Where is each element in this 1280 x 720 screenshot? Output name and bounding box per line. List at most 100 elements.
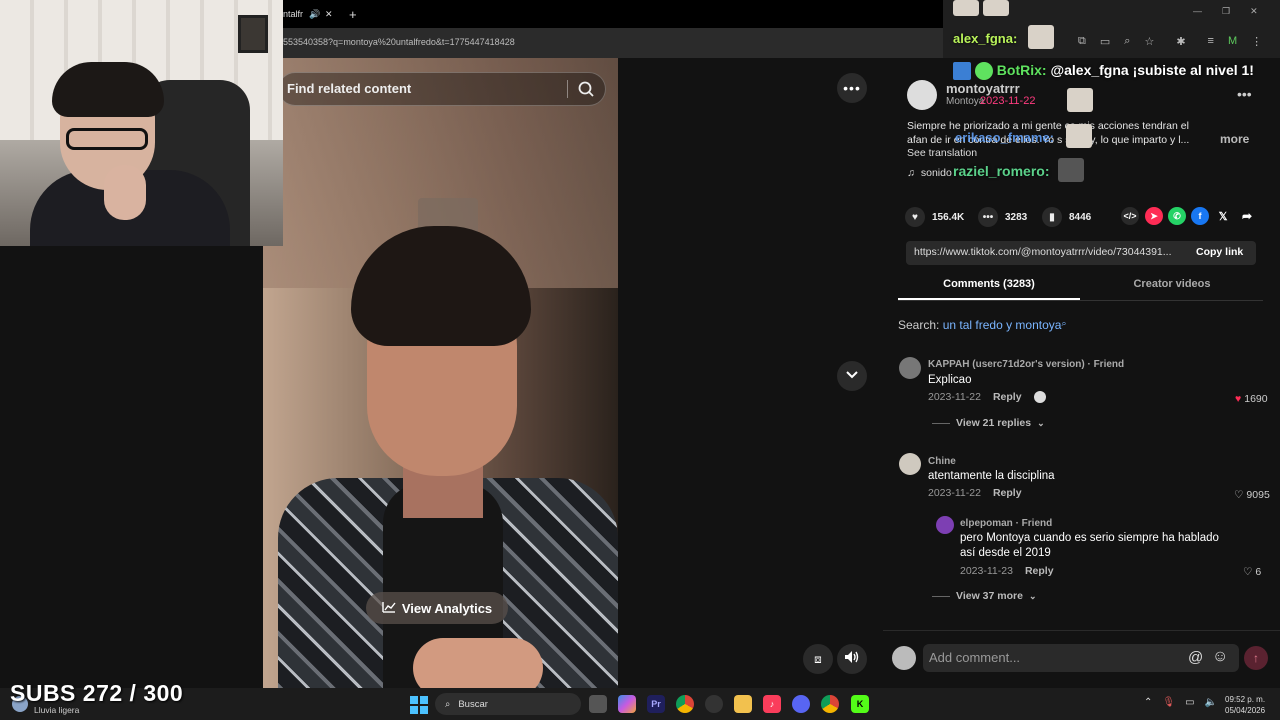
bookmark-star-icon[interactable]: ☆ [1144, 35, 1154, 48]
new-tab-button[interactable]: + [349, 7, 357, 22]
emoji-icon[interactable]: ☺ [1212, 648, 1228, 666]
whatsapp-icon[interactable]: ✆ [1168, 207, 1186, 225]
microphone-icon[interactable]: 🎙 [1162, 697, 1175, 708]
post-more-icon[interactable]: ••• [1237, 86, 1252, 102]
caption-line-1: Siempre he priorizado a mi gente ca mis … [907, 120, 1189, 132]
windows-start-icon[interactable] [410, 696, 428, 714]
zoom-icon[interactable]: ⌕ [1124, 35, 1130, 48]
kick-icon[interactable]: K [851, 695, 869, 713]
webcam-overlay [0, 0, 283, 246]
next-video-button[interactable] [837, 361, 867, 391]
app-icon[interactable] [705, 695, 723, 713]
comment-button[interactable]: ••• 3283 [978, 207, 1027, 227]
browser-tab-bar [283, 0, 943, 28]
chat-date: 2023-11-22 [980, 95, 1036, 107]
reply-button[interactable]: Reply [993, 487, 1022, 499]
floating-player-button[interactable]: ⧈ [803, 644, 833, 674]
view-replies-button[interactable]: View 21 replies ⌄ [932, 417, 1045, 429]
embed-icon[interactable]: </> [1121, 207, 1139, 225]
send-to-friends-icon[interactable]: ➤ [1145, 207, 1163, 225]
copy-link-button[interactable]: Copy link [1196, 246, 1243, 258]
network-icon[interactable]: ▭ [1185, 697, 1194, 708]
close-window-icon[interactable]: ✕ [1250, 6, 1258, 17]
cast-icon[interactable]: ▭ [1100, 35, 1110, 48]
facebook-icon[interactable]: f [1191, 207, 1209, 225]
chrome-icon[interactable] [676, 695, 694, 713]
mention-icon[interactable]: @ [1188, 649, 1203, 666]
search-icon[interactable] [575, 78, 597, 100]
my-avatar[interactable] [892, 646, 916, 670]
comment-meta: 2023-11-23 Reply [960, 565, 1054, 577]
speaker-icon[interactable]: 🔊 [309, 9, 320, 20]
comment-meta: 2023-11-22 Reply [928, 391, 1046, 403]
task-view-icon[interactable] [589, 695, 607, 713]
extensions-icon[interactable]: ✱ [1176, 35, 1185, 48]
commenter-avatar[interactable] [899, 357, 921, 379]
caption-more-link[interactable]: more [1220, 132, 1249, 146]
music-app-icon[interactable]: ♪ [763, 695, 781, 713]
chevron-up-icon[interactable]: ⌃ [1144, 697, 1152, 708]
chevron-down-icon [845, 367, 859, 385]
reply-button[interactable]: Reply [993, 391, 1022, 403]
comment-like-button[interactable]: ♡ 9095 [1234, 489, 1270, 501]
chat-username: BotRix: [996, 62, 1047, 78]
clock[interactable]: 09:52 p. m. 05/04/2026 [1225, 694, 1265, 716]
close-tab-icon[interactable]: ✕ [325, 9, 333, 20]
commenter-avatar[interactable] [936, 516, 954, 534]
file-explorer-icon[interactable] [734, 695, 752, 713]
share-arrow-icon[interactable]: ➦ [1238, 207, 1256, 225]
post-comment-button[interactable]: ↑ [1244, 646, 1268, 670]
chrome-profile-icon[interactable] [821, 695, 839, 713]
premiere-icon[interactable]: Pr [647, 695, 665, 713]
commenter-name[interactable]: Chine [928, 456, 956, 467]
commenter-avatar[interactable] [899, 453, 921, 475]
emote-image [1058, 158, 1084, 182]
volume-icon[interactable]: 🔈 [1205, 697, 1217, 708]
minimize-icon[interactable]: — [1193, 6, 1202, 17]
like-button[interactable]: ♥ 156.4K [905, 207, 964, 227]
search-query: un tal fredo y montoya [942, 318, 1062, 332]
author-avatar[interactable] [907, 80, 937, 110]
reading-list-icon[interactable]: ≡ [1208, 35, 1214, 48]
author-name[interactable]: montoyatrrr [946, 81, 1020, 96]
taskbar-search[interactable]: ⌕ Buscar [435, 693, 581, 715]
volume-button[interactable] [837, 644, 867, 674]
x-icon[interactable]: 𝕏 [1214, 207, 1232, 225]
discord-icon[interactable] [792, 695, 810, 713]
taskbar-search-label: Buscar [458, 698, 488, 710]
tab-comments[interactable]: Comments (3283) [898, 278, 1080, 300]
tool-badge-icon [953, 62, 971, 81]
view-analytics-button[interactable]: View Analytics [366, 592, 508, 624]
more-dots-icon: ••• [843, 80, 861, 96]
menu-kebab-icon[interactable]: ⋮ [1251, 35, 1262, 48]
copilot-icon[interactable] [618, 695, 636, 713]
view-more-replies-button[interactable]: View 37 more ⌄ [932, 590, 1036, 602]
system-tray: ⌃ 🎙 ▭ 🔈 [1144, 697, 1217, 708]
heart-filled-icon: ♥ [1235, 393, 1242, 405]
author-nickname: Montoya [946, 96, 985, 107]
video-url[interactable]: https://www.tiktok.com/@montoyatrrr/vide… [914, 246, 1184, 258]
save-button[interactable]: ▮ 8446 [1042, 207, 1091, 227]
music-info[interactable]: ♫ sonido [907, 167, 952, 179]
comment-search-suggestion[interactable]: Search: un tal fredo y montoya⌕ [898, 318, 1066, 332]
view-analytics-label: View Analytics [401, 600, 493, 616]
comment-count: 3283 [1005, 211, 1028, 223]
music-note-icon: ♫ [907, 167, 915, 179]
commenter-name[interactable]: elpepoman · Friend [960, 518, 1052, 529]
translate-icon[interactable]: ⧉ [1078, 35, 1086, 48]
webcam-person-hand [104, 165, 146, 220]
chat-username: alex_fgna: [953, 31, 1018, 46]
comment-like-button[interactable]: ♥ 1690 [1235, 393, 1268, 405]
tabs-divider [898, 300, 1263, 301]
profile-icon[interactable]: M [1228, 35, 1237, 48]
webcam-person-hair [52, 62, 164, 117]
commenter-name[interactable]: KAPPAH (userc71d2or's version) · Friend [928, 359, 1124, 370]
reply-button[interactable]: Reply [1025, 565, 1054, 577]
see-translation-link[interactable]: See translation [907, 147, 977, 159]
comment-like-button[interactable]: ♡ 6 [1243, 566, 1261, 578]
more-options-button[interactable]: ••• [837, 73, 867, 103]
tab-creator-videos[interactable]: Creator videos [1081, 278, 1263, 300]
browser-tab[interactable]: ntalfr 🔊 ✕ + [283, 0, 357, 28]
restore-icon[interactable]: ❐ [1222, 6, 1230, 17]
webcam-person-glasses [66, 128, 148, 150]
